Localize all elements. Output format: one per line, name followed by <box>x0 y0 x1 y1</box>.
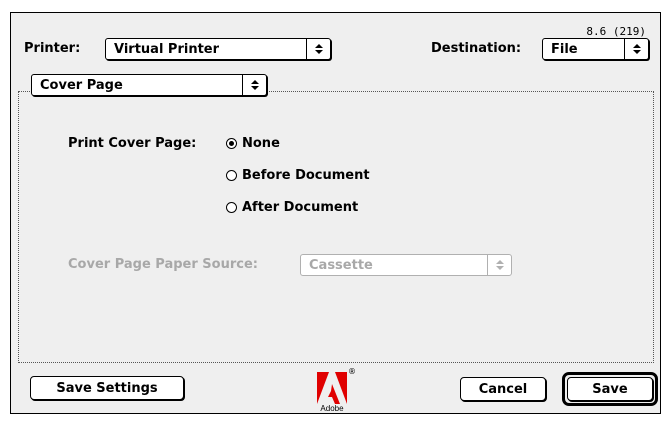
adobe-logo-text: Adobe <box>320 404 344 413</box>
printer-label: Printer: <box>24 41 81 56</box>
version-label: 8.6 (219) <box>586 25 646 38</box>
popup-arrows-icon <box>306 39 330 59</box>
print-cover-page-label: Print Cover Page: <box>68 136 197 151</box>
radio-before-document[interactable]: Before Document <box>226 168 370 183</box>
radio-none-label: None <box>242 136 280 151</box>
save-button[interactable]: Save <box>567 377 653 401</box>
paper-source-label: Cover Page Paper Source: <box>68 257 258 272</box>
printer-popup[interactable]: Virtual Printer <box>105 38 331 60</box>
radio-none[interactable]: None <box>226 136 280 151</box>
destination-label: Destination: <box>431 41 522 56</box>
panel-popup[interactable]: Cover Page <box>31 74 267 96</box>
printer-popup-value: Virtual Printer <box>114 41 220 57</box>
radio-after-document-label: After Document <box>242 200 359 215</box>
panel-popup-value: Cover Page <box>40 77 123 93</box>
popup-arrows-icon <box>242 75 266 95</box>
popup-arrows-icon <box>487 255 511 275</box>
destination-popup[interactable]: File <box>542 38 649 60</box>
radio-button-icon <box>226 170 237 181</box>
registered-mark: ® <box>348 367 356 376</box>
radio-button-icon <box>226 138 237 149</box>
cover-page-group <box>18 91 654 363</box>
print-dialog: 8.6 (219) Printer: Virtual Printer Desti… <box>10 12 661 414</box>
radio-button-icon <box>226 202 237 213</box>
paper-source-popup-value: Cassette <box>309 257 373 273</box>
popup-arrows-icon <box>624 39 648 59</box>
destination-popup-value: File <box>551 41 578 57</box>
radio-after-document[interactable]: After Document <box>226 200 358 215</box>
paper-source-popup[interactable]: Cassette <box>300 254 512 276</box>
radio-before-document-label: Before Document <box>242 168 370 183</box>
save-settings-button[interactable]: Save Settings <box>30 376 184 400</box>
cancel-button[interactable]: Cancel <box>460 377 546 401</box>
